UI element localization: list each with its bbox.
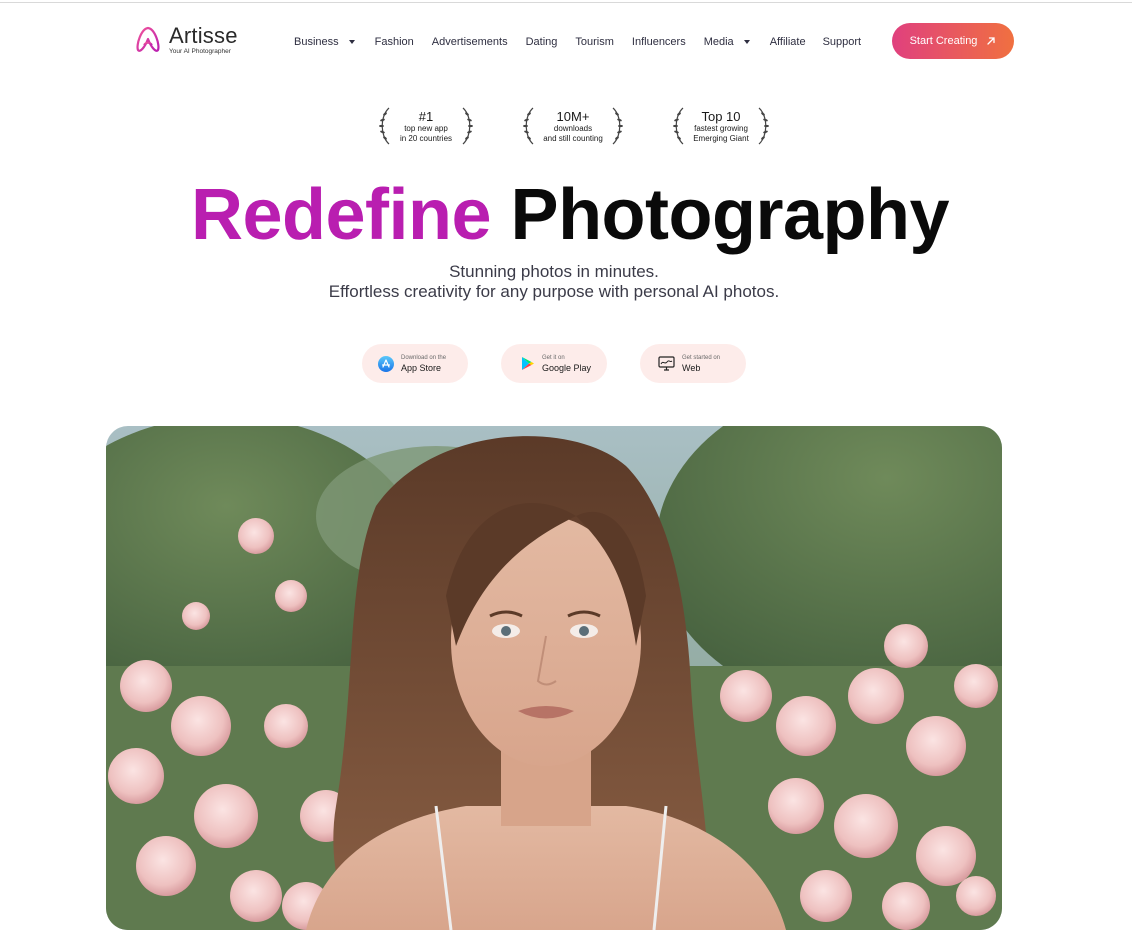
- main-nav: Business Fashion Advertisements Dating T…: [294, 34, 861, 50]
- award-badge-downloads: 10M+ downloads and still counting: [521, 104, 625, 148]
- store-big-text: Web: [682, 362, 701, 373]
- nav-item-business[interactable]: Business: [294, 36, 355, 48]
- cta-label: Start Creating: [909, 35, 978, 47]
- award-badge-top-new-app: #1 top new app in 20 countries: [377, 104, 475, 148]
- logo-name: Artisse: [169, 23, 238, 48]
- nav-label: Affiliate: [769, 36, 806, 48]
- award-line: downloads: [553, 123, 593, 133]
- caret-down-icon: [743, 40, 750, 44]
- app-store-button[interactable]: Download on the App Store: [362, 344, 468, 383]
- award-line: fastest growing: [694, 123, 748, 133]
- store-big-text: App Store: [401, 362, 442, 373]
- award-big: Top 10: [701, 108, 741, 124]
- nav-label: Dating: [525, 36, 558, 48]
- laurel-right-icon: [462, 107, 473, 145]
- google-play-icon: [522, 357, 534, 370]
- app-store-icon: [378, 355, 394, 372]
- web-monitor-icon: [658, 356, 675, 371]
- nav-label: Advertisements: [431, 36, 508, 48]
- top-border: [0, 2, 1132, 3]
- hero-image: [106, 426, 1002, 930]
- award-line: in 20 countries: [399, 133, 453, 143]
- nav-label: Tourism: [575, 36, 614, 48]
- hero-headline: Redefine Photography: [0, 172, 1132, 258]
- laurel-right-icon: [612, 107, 623, 145]
- logo-tagline: Your AI Photographer: [169, 48, 231, 55]
- arrow-up-right-icon: [987, 37, 996, 45]
- nav-label: Business: [294, 36, 339, 48]
- nav-item-tourism[interactable]: Tourism: [575, 36, 614, 48]
- nav-label: Fashion: [374, 36, 414, 48]
- artisse-logo-icon: [136, 26, 160, 52]
- award-badge-emerging-giant: Top 10 fastest growing Emerging Giant: [671, 104, 771, 148]
- nav-item-media[interactable]: Media: [704, 36, 750, 48]
- google-play-button[interactable]: Get it on Google Play: [501, 344, 607, 383]
- web-button[interactable]: Get started on Web: [640, 344, 746, 383]
- nav-item-advertisements[interactable]: Advertisements: [432, 36, 508, 48]
- hero-subtitle-line1: Stunning photos in minutes.: [449, 262, 659, 281]
- caret-down-icon: [348, 40, 355, 44]
- award-line: and still counting: [543, 133, 603, 143]
- nav-item-affiliate[interactable]: Affiliate: [770, 36, 806, 48]
- store-small-text: Get it on: [542, 354, 565, 361]
- store-small-text: Download on the: [401, 354, 447, 361]
- laurel-left-icon: [379, 107, 390, 145]
- headline-accent: Redefine: [190, 175, 492, 255]
- start-creating-button[interactable]: Start Creating: [892, 23, 1014, 59]
- nav-item-fashion[interactable]: Fashion: [375, 36, 414, 48]
- nav-item-dating[interactable]: Dating: [526, 36, 558, 48]
- hero-subtitle-line2: Effortless creativity for any purpose wi…: [328, 282, 780, 301]
- nav-item-influencers[interactable]: Influencers: [632, 36, 686, 48]
- laurel-right-icon: [758, 107, 769, 145]
- headline-rest: Photography: [510, 175, 950, 255]
- nav-label: Influencers: [631, 36, 686, 48]
- award-big: #1: [418, 108, 434, 124]
- nav-label: Media: [703, 36, 734, 48]
- award-line: Emerging Giant: [693, 133, 749, 143]
- nav-item-support[interactable]: Support: [823, 36, 862, 48]
- laurel-left-icon: [523, 107, 534, 145]
- award-big: 10M+: [556, 108, 590, 124]
- award-line: top new app: [404, 123, 448, 133]
- logo[interactable]: Artisse Your AI Photographer: [133, 25, 238, 55]
- nav-label: Support: [822, 36, 862, 48]
- laurel-left-icon: [673, 107, 684, 145]
- hero-portrait-illustration: [106, 426, 1002, 930]
- store-small-text: Get started on: [682, 354, 721, 361]
- store-big-text: Google Play: [542, 362, 592, 373]
